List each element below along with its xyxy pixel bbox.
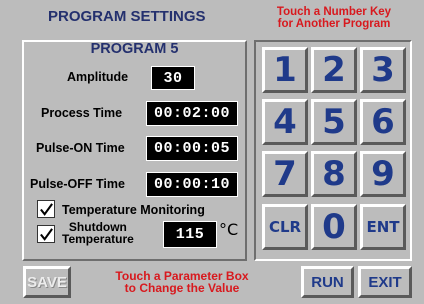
shutdown-temperature-label: Shutdown Temperature xyxy=(62,221,134,245)
pulse-on-value: 00:00:05 xyxy=(153,140,230,157)
key-7[interactable]: 7 xyxy=(262,151,308,197)
process-time-label: Process Time xyxy=(41,106,123,120)
pulse-off-label: Pulse-OFF Time xyxy=(30,177,125,191)
program-title: PROGRAM 5 xyxy=(90,41,179,57)
key-8[interactable]: 8 xyxy=(311,151,357,197)
key-2[interactable]: 2 xyxy=(311,47,357,93)
shutdown-temperature-field[interactable]: 115 xyxy=(163,221,217,248)
key-3[interactable]: 3 xyxy=(360,47,406,93)
shutdown-temperature-value: 115 xyxy=(175,226,205,243)
exit-button[interactable]: EXIT xyxy=(358,266,412,298)
shutdown-label-line2: Temperature xyxy=(62,232,134,246)
amplitude-label: Amplitude xyxy=(67,70,129,84)
key-6[interactable]: 6 xyxy=(360,99,406,145)
key-9[interactable]: 9 xyxy=(360,151,406,197)
key-1[interactable]: 1 xyxy=(262,47,308,93)
run-button[interactable]: RUN xyxy=(301,266,354,298)
keypad-hint-line2: for Another Program xyxy=(277,18,391,30)
amplitude-field[interactable]: 30 xyxy=(151,66,195,90)
checkmark-icon xyxy=(39,227,53,241)
pulse-off-field[interactable]: 00:00:10 xyxy=(146,172,238,197)
shutdown-temperature-checkbox[interactable] xyxy=(37,225,55,243)
enter-key[interactable]: ENT xyxy=(360,204,406,250)
key-5[interactable]: 5 xyxy=(311,99,357,145)
page-title: PROGRAM SETTINGS xyxy=(48,8,206,25)
process-time-value: 00:02:00 xyxy=(153,105,230,122)
amplitude-value: 30 xyxy=(163,69,183,87)
checkmark-icon xyxy=(39,202,53,216)
parameter-hint-line2: to Change the Value xyxy=(124,281,240,295)
save-button[interactable]: SAVE xyxy=(23,266,71,298)
key-4[interactable]: 4 xyxy=(262,99,308,145)
celsius-unit: °C xyxy=(219,220,239,239)
parameter-hint: Touch a Parameter Box to Change the Valu… xyxy=(92,270,272,294)
temperature-monitoring-label: Temperature Monitoring xyxy=(62,203,205,217)
pulse-off-value: 00:00:10 xyxy=(153,176,230,193)
process-time-field[interactable]: 00:02:00 xyxy=(146,101,238,126)
keypad-hint-line1: Touch a Number Key xyxy=(276,6,392,18)
temperature-monitoring-checkbox[interactable] xyxy=(37,200,55,218)
key-0[interactable]: 0 xyxy=(311,204,357,250)
pulse-on-label: Pulse-ON Time xyxy=(36,141,125,155)
keypad-hint: Touch a Number Key for Another Program xyxy=(254,6,414,30)
clear-key[interactable]: CLR xyxy=(262,204,308,250)
pulse-on-field[interactable]: 00:00:05 xyxy=(146,136,238,161)
